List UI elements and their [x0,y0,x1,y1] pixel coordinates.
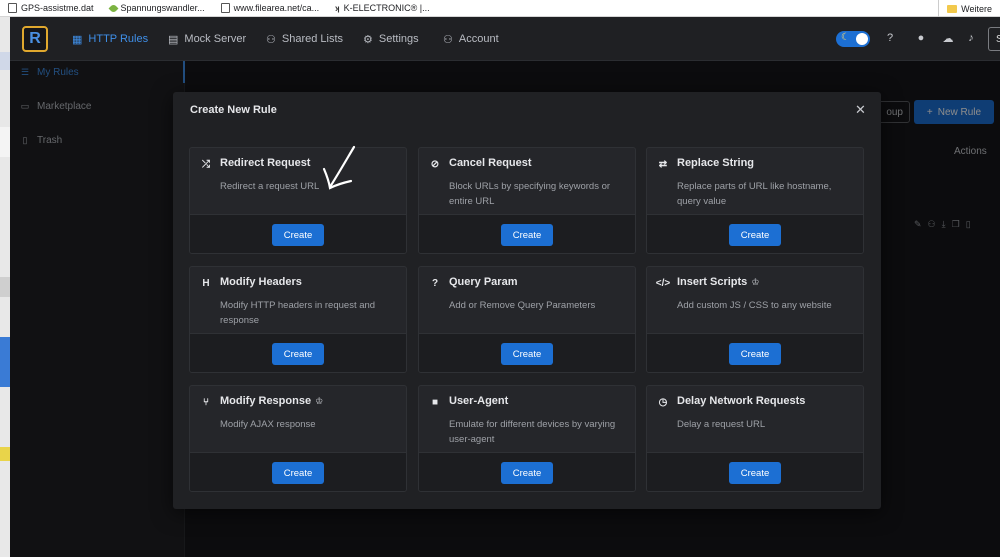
card-title: Delay Network Requests [677,395,806,407]
gear-icon: ⚙ [363,33,373,46]
create-modify-headers-button[interactable]: Create [272,343,324,365]
rule-card-query-param: ? Query Param Add or Remove Query Parame… [418,266,636,373]
rule-card-redirect-request: ⤮ Redirect Request Redirect a request UR… [189,147,407,254]
swap-icon: ⇄ [658,158,668,170]
rule-card-insert-scripts: </> Insert Scripts ♔ Add custom JS / CSS … [646,266,864,373]
file-icon [8,3,17,13]
help-icon[interactable]: ? [883,31,897,45]
create-user-agent-button[interactable]: Create [501,462,553,484]
rule-card-user-agent: ■ User-Agent Emulate for different devic… [418,385,636,492]
bookmark-label: K-ELECTRONIC® |... [343,3,430,13]
branch-icon: ⑂ [203,396,209,408]
nav-label: Mock Server [184,33,247,45]
card-description: Replace parts of URL like hostname, quer… [677,181,832,207]
bookmark-k-electronic[interactable]: ʞ K-ELECTRONIC® |... [327,0,437,17]
cloud-icon[interactable]: ☁ [941,31,955,45]
mock-server-icon: ▤ [168,33,179,46]
sign-in-button[interactable]: S [988,27,1000,51]
logo-letter: R [29,30,41,47]
card-description: Redirect a request URL [220,181,320,192]
github-icon[interactable]: ● [914,31,928,45]
card-description: Add custom JS / CSS to any website [677,300,832,311]
annotation-arrow-icon [322,145,356,190]
nav-label: HTTP Rules [88,33,149,45]
create-query-param-button[interactable]: Create [501,343,553,365]
card-description: Emulate for different devices by varying… [449,419,616,445]
bookmark-spannungswandler[interactable]: Spannungswandler... [102,0,213,17]
nav-http-rules[interactable]: ▦ HTTP Rules [72,17,148,61]
tablet-icon: ■ [431,396,439,408]
bookmarks-bar: GPS-assistme.dat Spannungswandler... www… [0,0,1000,17]
create-insert-scripts-button[interactable]: Create [729,343,781,365]
moon-icon: ☾ [841,32,850,43]
bookmark-gps[interactable]: GPS-assistme.dat [0,0,102,17]
bookmark-filearea[interactable]: www.filearea.net/ca... [213,0,328,17]
shuffle-icon: ⤮ [202,158,210,170]
bookmark-label: Weitere [961,3,992,14]
rule-card-cancel-request: ⊘ Cancel Request Block URLs by specifyin… [418,147,636,254]
app-logo[interactable]: R [22,26,48,52]
card-title: Cancel Request [449,157,532,169]
header-icon: H [202,277,210,289]
card-title: Modify Response ♔ [220,395,324,407]
toggle-knob [856,33,868,45]
top-navigation: R ▦ HTTP Rules ▤ Mock Server ⚇ Shared Li… [10,17,1000,61]
bookmark-label: Spannungswandler... [120,3,205,13]
create-redirect-request-button[interactable]: Create [272,224,324,246]
bookmark-label: www.filearea.net/ca... [233,3,320,13]
nav-account[interactable]: ⚇ Account [443,17,499,61]
card-title: Replace String [677,157,755,169]
edge-button-label: S [996,33,1000,45]
block-icon: ⊘ [430,158,440,170]
shared-lists-icon: ⚇ [266,33,276,46]
bell-icon[interactable]: ♪ [964,31,978,45]
bookmark-folder-other[interactable]: Weitere [938,0,1000,17]
account-icon: ⚇ [443,33,453,46]
nav-mock-server[interactable]: ▤ Mock Server [168,17,246,61]
create-delay-network-requests-button[interactable]: Create [729,462,781,484]
modal-title: Create New Rule [190,104,277,116]
code-icon: </> [655,277,671,289]
folder-icon [947,4,958,13]
card-title: Insert Scripts ♔ [677,276,760,288]
background-window-strip [0,17,10,557]
bookmark-label: GPS-assistme.dat [21,3,94,13]
http-rules-icon: ▦ [72,33,83,46]
card-description: Add or Remove Query Parameters [449,300,596,311]
crown-icon: ♔ [751,276,760,287]
file-icon [220,3,230,13]
card-description: Modify AJAX response [220,419,316,430]
card-title: Redirect Request [220,157,311,169]
clock-icon: ◷ [658,396,668,408]
question-icon: ? [431,277,439,289]
card-title: User-Agent [449,395,509,407]
nav-shared-lists[interactable]: ⚇ Shared Lists [266,17,343,61]
create-modify-response-button[interactable]: Create [272,462,324,484]
create-cancel-request-button[interactable]: Create [501,224,553,246]
card-description: Block URLs by specifying keywords or ent… [449,181,611,207]
card-title: Query Param [449,276,518,288]
rule-card-modify-headers: H Modify Headers Modify HTTP headers in … [189,266,407,373]
nav-settings[interactable]: ⚙ Settings [363,17,419,61]
card-description: Delay a request URL [677,419,766,430]
crown-icon: ♔ [315,395,324,406]
rule-card-replace-string: ⇄ Replace String Replace parts of URL li… [646,147,864,254]
dark-mode-toggle[interactable]: ☾ [836,31,870,47]
rule-card-modify-response: ⑂ Modify Response ♔ Modify AJAX response … [189,385,407,492]
card-description: Modify HTTP headers in request and respo… [220,300,376,326]
k-logo-icon: ʞ [335,3,340,13]
rule-card-delay-network-requests: ◷ Delay Network Requests Delay a request… [646,385,864,492]
create-rule-modal: Create New Rule ✕ ⤮ Redirect Request Red… [173,92,881,509]
create-replace-string-button[interactable]: Create [729,224,781,246]
leaf-icon [108,3,118,13]
nav-label: Shared Lists [281,33,344,45]
nav-label: Account [458,33,499,45]
card-title: Modify Headers [220,276,302,288]
close-icon[interactable]: ✕ [855,103,866,116]
nav-label: Settings [378,33,419,45]
